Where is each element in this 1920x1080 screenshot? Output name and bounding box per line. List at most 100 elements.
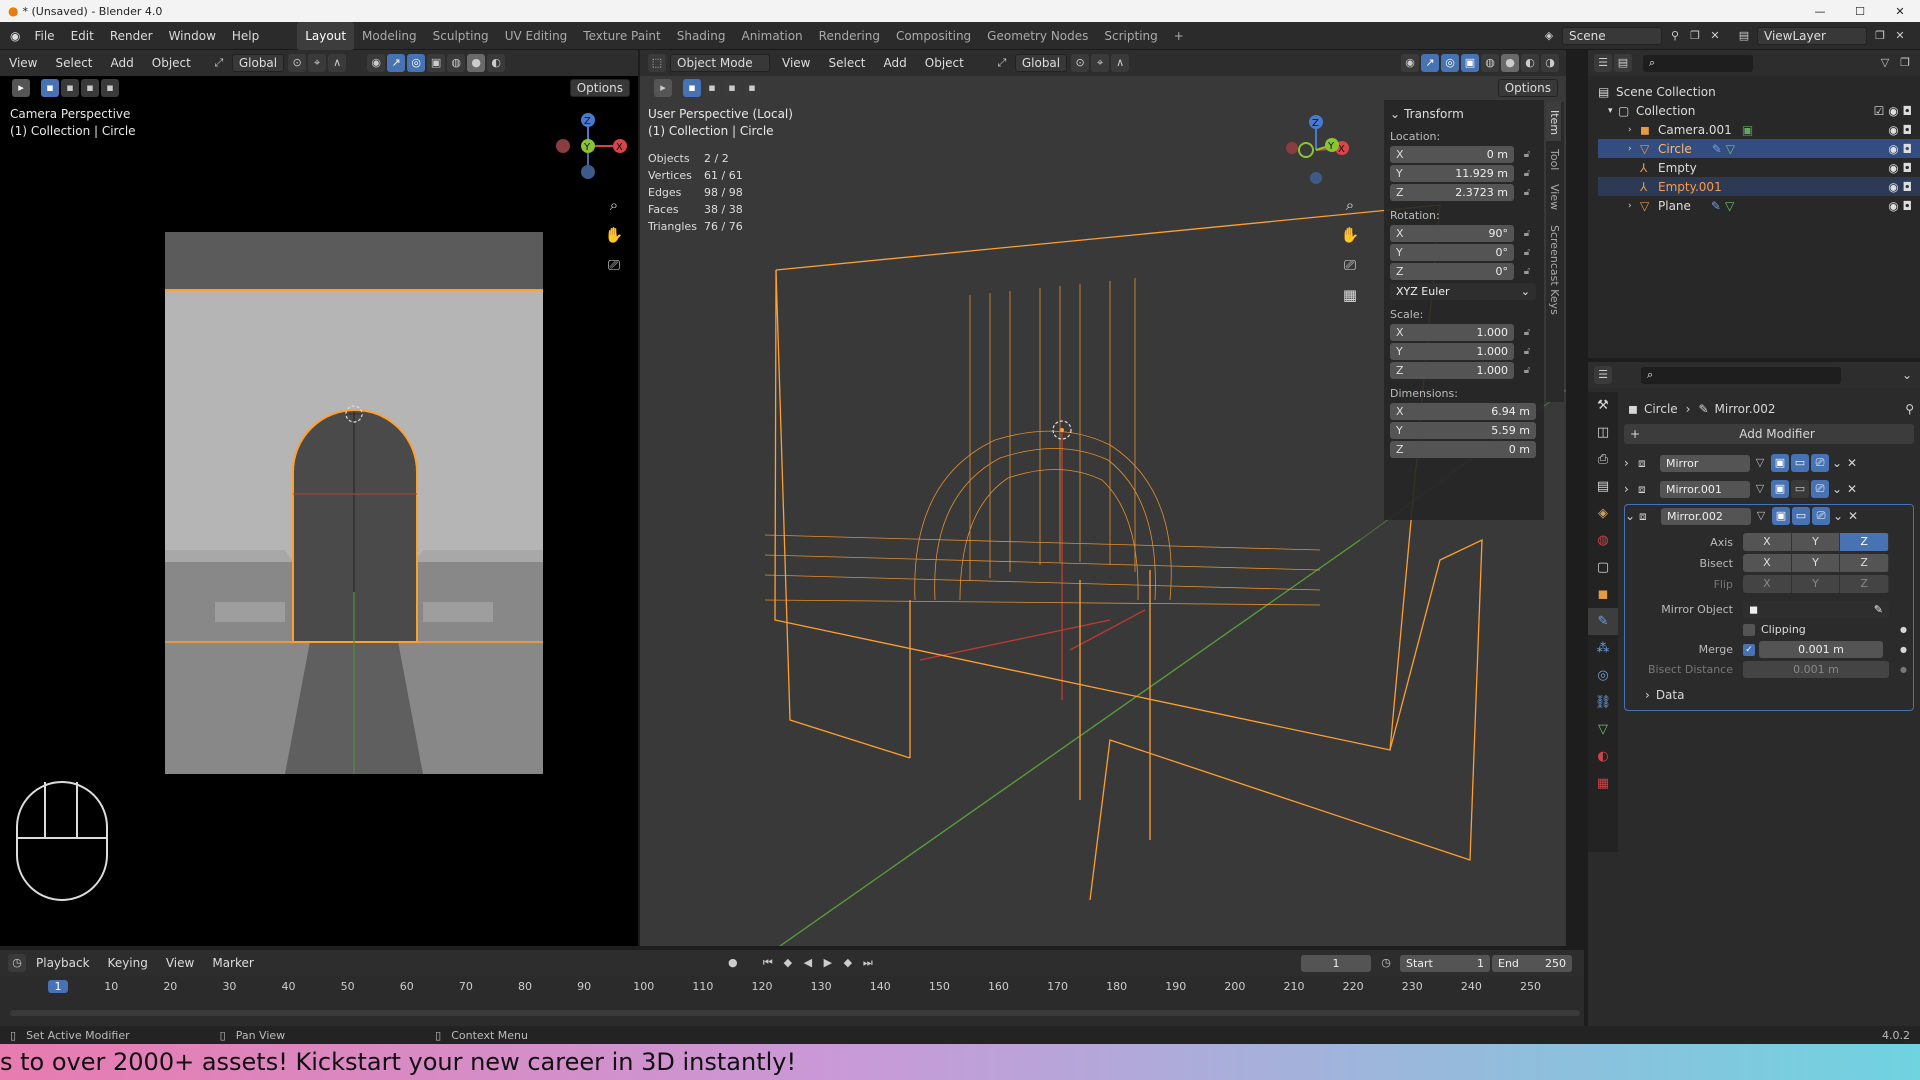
remove-modifier-icon[interactable]: ✕ — [1844, 456, 1860, 470]
main-wireframe-icon[interactable]: ◍ — [1481, 54, 1499, 72]
scale-y-field[interactable]: Y 1.000 — [1390, 343, 1514, 360]
lock-icon[interactable]: 🔓︎ — [1520, 266, 1534, 278]
collapse-chevron-icon[interactable]: ⌄ — [1390, 107, 1400, 121]
clock-icon[interactable]: ◷ — [1377, 954, 1395, 972]
overlay-toggle-icon[interactable]: ◎ — [407, 54, 426, 72]
visibility-eye-icon[interactable]: ◉ ◘ — [1888, 123, 1912, 137]
tab-uv-editing[interactable]: UV Editing — [497, 22, 576, 50]
tab-screencast-keys[interactable]: Screencast Keys — [1546, 217, 1561, 321]
rotation-x-field[interactable]: X 90° — [1390, 225, 1514, 242]
tab-texture-paint[interactable]: Texture Paint — [575, 22, 668, 50]
new-viewlayer-icon[interactable]: ❐ — [1871, 27, 1889, 45]
current-frame-field[interactable]: 1 — [1301, 954, 1371, 972]
left-navigation-gizmo[interactable]: Z X Y — [548, 108, 630, 190]
keyframe-dot-icon[interactable]: ● — [1900, 625, 1907, 634]
new-scene-icon[interactable]: ❐ — [1686, 27, 1704, 45]
modifier-name-field[interactable]: Mirror — [1660, 454, 1750, 472]
left-orientation-dropdown[interactable]: Global — [231, 54, 285, 72]
visibility-icon[interactable]: ◉ — [367, 54, 386, 72]
realtime-icon[interactable]: ▭ — [1792, 507, 1810, 525]
xray-icon[interactable]: ▣ — [427, 54, 446, 72]
chevron-down-icon[interactable]: ⌄ — [1830, 456, 1844, 470]
dimension-y-field[interactable]: Y 5.59 m — [1390, 422, 1536, 439]
menu-window[interactable]: Window — [161, 22, 224, 50]
main-menu-object[interactable]: Object — [918, 54, 971, 72]
lock-icon[interactable]: 🔓︎ — [1520, 168, 1534, 180]
pin-icon[interactable]: ⚲ — [1905, 402, 1914, 416]
render-icon[interactable]: ⎚ — [1812, 507, 1830, 525]
add-workspace-icon[interactable]: + — [1166, 22, 1192, 50]
delete-viewlayer-icon[interactable]: ✕ — [1891, 27, 1909, 45]
filter-icon[interactable]: ▽ — [1876, 54, 1894, 72]
left-menu-add[interactable]: Add — [104, 54, 141, 72]
main-zoom-icon[interactable]: ⌕ — [1340, 190, 1360, 220]
bisect-z-toggle[interactable]: Z — [1840, 554, 1889, 572]
lock-icon[interactable]: 🔓︎ — [1520, 187, 1534, 199]
main-select-intersect-icon[interactable]: ▪ — [743, 79, 761, 97]
main-camera-icon[interactable]: ⎚ — [1340, 250, 1360, 280]
main-select-extend-icon[interactable]: ▪ — [703, 79, 721, 97]
lock-icon[interactable]: 🔓︎ — [1520, 327, 1534, 339]
outliner-item-empty[interactable]: ⅄ Empty ◉ ◘ — [1598, 158, 1920, 177]
outliner-item-circle[interactable]: › ▽ Circle ✎ ▽ ◉ ◘ — [1598, 139, 1920, 158]
main-gizmo-toggle-icon[interactable]: ↗ — [1421, 54, 1439, 72]
playhead[interactable]: 1 — [48, 980, 68, 993]
render-tab-icon[interactable]: ◫ — [1588, 419, 1618, 446]
main-menu-view[interactable]: View — [775, 54, 817, 72]
collection-row[interactable]: ▾ ▢ Collection ☑ ◉ ◘ — [1598, 101, 1920, 120]
scene-collection-row[interactable]: ▤ Scene Collection — [1598, 82, 1920, 101]
tab-animation[interactable]: Animation — [733, 22, 810, 50]
merge-distance-field[interactable]: 0.001 m — [1759, 641, 1883, 658]
delete-scene-icon[interactable]: ✕ — [1706, 27, 1724, 45]
gizmo-toggle-icon[interactable]: ↗ — [387, 54, 406, 72]
cage-icon[interactable]: ▣ — [1771, 454, 1789, 472]
visibility-eye-icon[interactable]: ◉ ◘ — [1888, 199, 1912, 213]
keyframe-dot-icon[interactable]: ● — [1900, 645, 1907, 654]
modifier-name-field[interactable]: Mirror.001 — [1660, 480, 1750, 498]
left-options-button[interactable]: Options — [569, 79, 630, 97]
left-menu-select[interactable]: Select — [48, 54, 99, 72]
select-subtract-icon[interactable]: ▪ — [81, 79, 99, 97]
visibility-eye-icon[interactable]: ☑ ◉ ◘ — [1874, 104, 1912, 118]
modifier-mirror-002[interactable]: ⌄ ⧈ Mirror.002 ▽ ▣ ▭ ⎚ ⌄ ✕ — [1625, 505, 1913, 527]
chevron-down-icon[interactable]: ⌄ — [1831, 509, 1845, 523]
realtime-icon[interactable]: ▭ — [1791, 480, 1809, 498]
outliner-item-empty-001[interactable]: ⅄ Empty.001 ◉ ◘ — [1598, 177, 1920, 196]
tool-tab-icon[interactable]: ⚒ — [1588, 392, 1618, 419]
timeline-ruler[interactable]: 1 10 20 30 40 50 60 70 80 90 100 110 120 130 140 150 160… — [10, 980, 1580, 1000]
camera-icon[interactable]: ⎚ — [604, 250, 624, 280]
visibility-eye-icon[interactable]: ◉ ◘ — [1888, 161, 1912, 175]
tab-scripting[interactable]: Scripting — [1096, 22, 1165, 50]
main-grid-icon[interactable]: ▦ — [1340, 280, 1360, 310]
blender-menu-icon[interactable]: ◉ — [10, 29, 20, 43]
modifier-tab-icon[interactable]: ✎ — [1588, 608, 1618, 635]
tab-layout[interactable]: Layout — [297, 21, 355, 50]
main-pivot-icon[interactable]: ⊙ — [1071, 54, 1090, 72]
dimension-z-field[interactable]: Z0 m — [1390, 441, 1536, 458]
render-icon[interactable]: ⎚ — [1811, 454, 1829, 472]
main-menu-select[interactable]: Select — [821, 54, 872, 72]
particles-tab-icon[interactable]: ⁂ — [1588, 635, 1618, 662]
pin-icon[interactable]: ⚲ — [1666, 27, 1684, 45]
minimize-icon[interactable]: — — [1800, 5, 1840, 18]
timeline-scrollbar[interactable] — [10, 1010, 1580, 1016]
jump-end-icon[interactable]: ⏭ — [859, 954, 877, 972]
keying-menu[interactable]: Keying — [101, 954, 155, 972]
scene-selector[interactable]: Scene — [1562, 26, 1662, 45]
world-tab-icon[interactable]: ◍ — [1588, 527, 1618, 554]
lock-icon[interactable]: 🔓︎ — [1520, 365, 1534, 377]
location-z-field[interactable]: Z 2.3723 m — [1390, 184, 1514, 201]
bisect-distance-field[interactable]: 0.001 m — [1743, 661, 1889, 678]
data-tab-icon[interactable]: ▽ — [1588, 716, 1618, 743]
tab-tool[interactable]: Tool — [1546, 141, 1561, 176]
main-orientation-dropdown[interactable]: Global — [1014, 54, 1068, 72]
viewlayer-selector[interactable]: ViewLayer — [1757, 26, 1867, 45]
texture-tab-icon[interactable]: ▦ — [1588, 770, 1618, 797]
new-collection-icon[interactable]: ❐ — [1896, 54, 1914, 72]
marker-menu[interactable]: Marker — [205, 954, 260, 972]
main-menu-add[interactable]: Add — [877, 54, 914, 72]
tab-modeling[interactable]: Modeling — [354, 22, 425, 50]
tab-shading[interactable]: Shading — [669, 22, 734, 50]
physics-tab-icon[interactable]: ◎ — [1588, 662, 1618, 689]
scale-z-field[interactable]: Z 1.000 — [1390, 362, 1514, 379]
